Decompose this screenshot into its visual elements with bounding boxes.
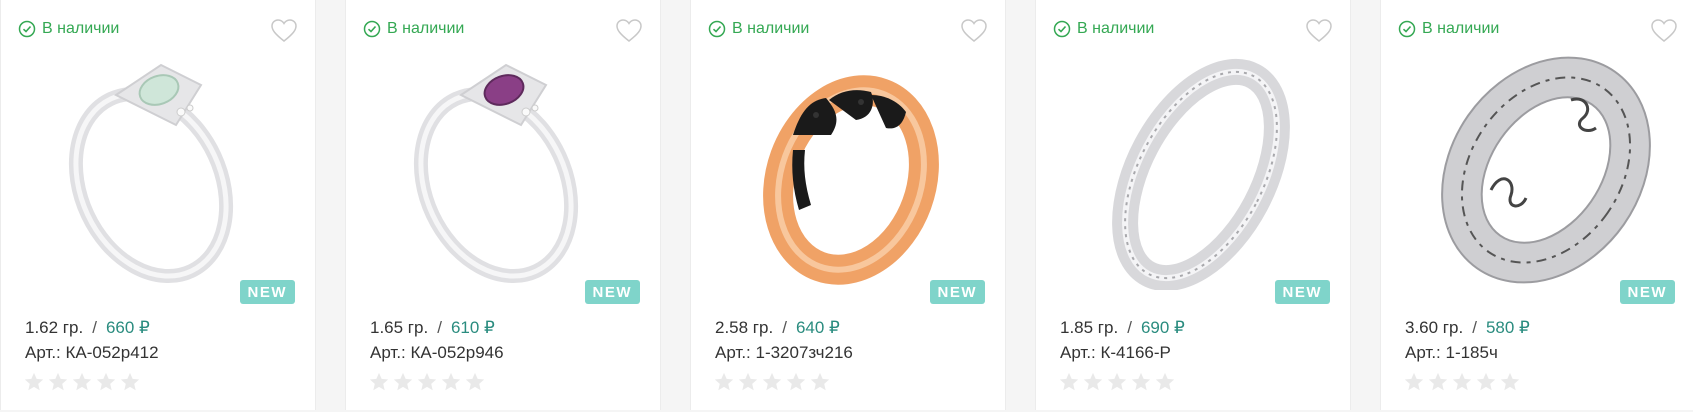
rating-stars[interactable]: [713, 371, 833, 393]
in-stock-label: В наличии: [732, 20, 810, 37]
in-stock-label: В наличии: [1077, 20, 1155, 37]
star-icon[interactable]: [1082, 371, 1104, 393]
star-icon[interactable]: [464, 371, 486, 393]
star-icon[interactable]: [1475, 371, 1497, 393]
weight-price-line: 1.62 гр. / 660 ₽: [25, 318, 150, 338]
separator: /: [92, 318, 97, 337]
star-icon[interactable]: [119, 371, 141, 393]
rating-stars[interactable]: [1058, 371, 1178, 393]
rating-stars[interactable]: [23, 371, 143, 393]
star-icon[interactable]: [737, 371, 759, 393]
price: 610 ₽: [450, 318, 495, 337]
price: 660 ₽: [105, 318, 150, 337]
product-image[interactable]: [1076, 40, 1316, 292]
check-circle-icon: [708, 20, 726, 38]
star-icon[interactable]: [1154, 371, 1176, 393]
separator: /: [437, 318, 442, 337]
in-stock-label: В наличии: [387, 20, 465, 37]
check-circle-icon: [1053, 20, 1071, 38]
weight-price-line: 1.85 гр. / 690 ₽: [1060, 318, 1185, 338]
in-stock-status: В наличии: [1053, 20, 1154, 38]
product-card[interactable]: В наличии NEW 1.85 гр. / 690 ₽ Арт.: К-416…: [1035, 0, 1351, 410]
check-circle-icon: [363, 20, 381, 38]
in-stock-status: В наличии: [708, 20, 809, 38]
check-circle-icon: [18, 20, 36, 38]
product-grid: В наличии NEW 1.62 гр. / 660 ₽ Арт.: КА-05…: [0, 0, 1693, 412]
star-icon[interactable]: [1130, 371, 1152, 393]
rating-stars[interactable]: [1403, 371, 1523, 393]
price: 640 ₽: [795, 318, 840, 337]
star-icon[interactable]: [1451, 371, 1473, 393]
weight-price-line: 3.60 гр. / 580 ₽: [1405, 318, 1530, 338]
article-number: Арт.: КА-052р946: [370, 343, 504, 362]
product-card[interactable]: В наличии NEW 1.65 гр. / 610 ₽ Арт.: КА-05…: [345, 0, 661, 410]
new-badge: NEW: [584, 280, 640, 304]
in-stock-status: В наличии: [18, 20, 119, 38]
new-badge: NEW: [929, 280, 985, 304]
product-image[interactable]: [386, 40, 626, 290]
article-number: Арт.: К-4166-Р: [1060, 343, 1171, 362]
product-card[interactable]: В наличии NEW 2.58 гр. / 640 ₽ Арт.: 1-320…: [690, 0, 1006, 410]
star-icon[interactable]: [1058, 371, 1080, 393]
star-icon[interactable]: [713, 371, 735, 393]
separator: /: [1472, 318, 1477, 337]
new-badge: NEW: [1274, 280, 1330, 304]
price: 690 ₽: [1140, 318, 1185, 337]
weight: 2.58 гр.: [715, 318, 774, 337]
article-number: Арт.: 1-3207зч216: [715, 343, 853, 362]
star-icon[interactable]: [785, 371, 807, 393]
rating-stars[interactable]: [368, 371, 488, 393]
check-circle-icon: [1398, 20, 1416, 38]
star-icon[interactable]: [392, 371, 414, 393]
new-badge: NEW: [239, 280, 295, 304]
weight-price-line: 1.65 гр. / 610 ₽: [370, 318, 495, 338]
star-icon[interactable]: [71, 371, 93, 393]
weight-price-line: 2.58 гр. / 640 ₽: [715, 318, 840, 338]
weight: 3.60 гр.: [1405, 318, 1464, 337]
star-icon[interactable]: [1106, 371, 1128, 393]
in-stock-label: В наличии: [42, 20, 120, 37]
in-stock-status: В наличии: [363, 20, 464, 38]
weight: 1.65 гр.: [370, 318, 429, 337]
star-icon[interactable]: [416, 371, 438, 393]
weight: 1.85 гр.: [1060, 318, 1119, 337]
star-icon[interactable]: [1427, 371, 1449, 393]
product-image[interactable]: [731, 40, 971, 290]
price: 580 ₽: [1485, 318, 1530, 337]
product-image[interactable]: [41, 40, 281, 290]
star-icon[interactable]: [95, 371, 117, 393]
in-stock-label: В наличии: [1422, 20, 1500, 37]
star-icon[interactable]: [809, 371, 831, 393]
article-number: Арт.: КА-052р412: [25, 343, 159, 362]
star-icon[interactable]: [23, 371, 45, 393]
new-badge: NEW: [1619, 280, 1675, 304]
weight: 1.62 гр.: [25, 318, 84, 337]
star-icon[interactable]: [1403, 371, 1425, 393]
star-icon[interactable]: [1499, 371, 1521, 393]
star-icon[interactable]: [440, 371, 462, 393]
product-card[interactable]: В наличии NEW 1.62 гр. / 660 ₽ Арт.: КА-05…: [0, 0, 316, 410]
star-icon[interactable]: [368, 371, 390, 393]
separator: /: [1127, 318, 1132, 337]
product-image[interactable]: [1421, 40, 1661, 290]
in-stock-status: В наличии: [1398, 20, 1499, 38]
star-icon[interactable]: [47, 371, 69, 393]
separator: /: [782, 318, 787, 337]
article-number: Арт.: 1-185ч: [1405, 343, 1498, 362]
product-card[interactable]: В наличии NEW 3.60 гр. / 580 ₽ Арт.: 1-185…: [1380, 0, 1693, 410]
star-icon[interactable]: [761, 371, 783, 393]
